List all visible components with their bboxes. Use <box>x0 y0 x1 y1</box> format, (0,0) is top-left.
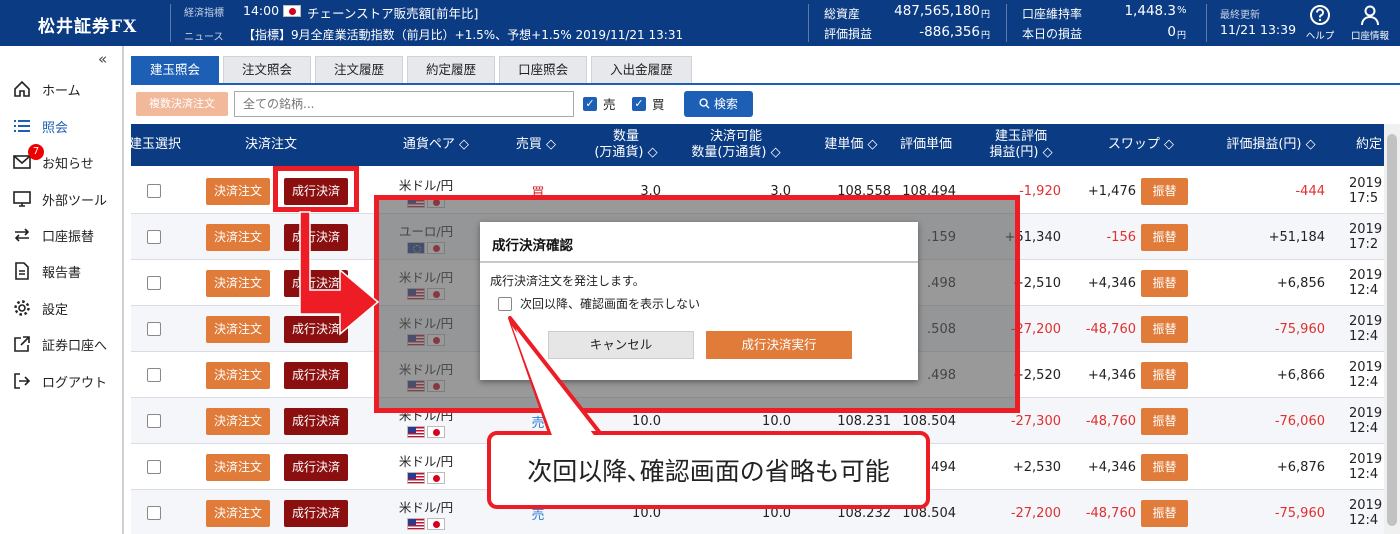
callout-pointer-fill <box>512 326 596 438</box>
callout-pointer-cover <box>512 326 596 438</box>
